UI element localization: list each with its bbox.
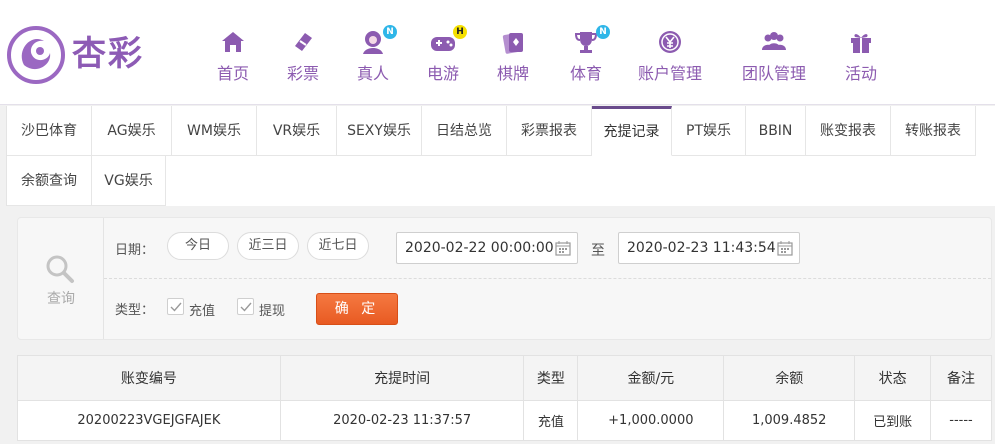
live-dealer-icon: N: [359, 25, 397, 56]
tab-saba-sports[interactable]: 沙巴体育: [7, 106, 92, 156]
cards-icon: [502, 33, 523, 54]
new-badge: N: [383, 25, 397, 39]
nav-team[interactable]: 团队管理: [740, 28, 808, 88]
calendar-icon[interactable]: [555, 240, 571, 256]
nav-home[interactable]: 首页: [213, 28, 253, 88]
tab-pt[interactable]: PT娱乐: [672, 106, 746, 156]
logo-text: 杏彩: [72, 34, 144, 74]
search-sidebar[interactable]: 查询: [18, 218, 104, 339]
confirm-button[interactable]: 确 定: [316, 293, 398, 325]
quick-today-button[interactable]: 今日: [167, 232, 229, 260]
new-badge: N: [596, 25, 610, 39]
yen-coin-icon: [659, 31, 681, 53]
trophy-icon: N: [572, 25, 610, 56]
team-icon: [762, 32, 786, 50]
nav-promotions[interactable]: 活动: [843, 28, 879, 88]
start-date-input[interactable]: 2020-02-22 00:00:00: [396, 232, 578, 264]
deposit-checkbox-label: 充值: [189, 304, 216, 319]
column-header: 账变编号: [17, 355, 281, 401]
withdraw-checkbox-label: 提现: [259, 304, 286, 319]
column-header: 充提时间: [279, 355, 525, 401]
nav-label: 电游: [426, 64, 459, 83]
nav-label: 团队管理: [741, 64, 806, 83]
checkmark-icon: [240, 302, 252, 312]
tab-sexy[interactable]: SEXY娱乐: [337, 106, 422, 156]
tab-bbin[interactable]: BBIN: [746, 106, 806, 156]
quick-three-days-button[interactable]: 近三日: [237, 232, 299, 260]
withdraw-checkbox[interactable]: [237, 298, 254, 315]
table-header-row: 账变编号 充提时间 类型 金额/元 余额 状态 备注: [17, 355, 992, 401]
status-badge: 已到账: [854, 400, 932, 441]
hot-badge: H: [453, 25, 467, 39]
quick-seven-days-button[interactable]: 近七日: [307, 232, 369, 260]
nav-label: 真人: [356, 64, 389, 83]
tab-vr[interactable]: VR娱乐: [257, 106, 337, 156]
tab-vg[interactable]: VG娱乐: [92, 156, 166, 206]
tab-account-change-report[interactable]: 账变报表: [806, 106, 891, 156]
gamepad-icon: H: [429, 25, 467, 56]
nav-label: 体育: [569, 64, 602, 83]
deposit-checkbox[interactable]: [167, 298, 184, 315]
magnifier-icon: [46, 255, 74, 283]
checkmark-icon: [170, 302, 182, 312]
transaction-type: 充值: [523, 400, 579, 441]
nav-sports[interactable]: N 体育: [566, 25, 610, 88]
date-separator: 至: [591, 243, 605, 259]
tab-deposit-withdraw-records[interactable]: 充提记录: [592, 106, 672, 156]
transaction-amount: +1,000.0000: [577, 400, 725, 441]
tab-balance-query[interactable]: 余额查询: [7, 156, 92, 206]
nav-live[interactable]: N 真人: [353, 25, 397, 88]
table-row: 20200223VGEJGFAJEK 2020-02-23 11:37:57 充…: [17, 400, 992, 441]
column-header: 类型: [523, 355, 579, 401]
tab-lottery-report[interactable]: 彩票报表: [507, 106, 592, 156]
home-icon: [222, 32, 244, 52]
nav-account[interactable]: 账户管理: [636, 28, 704, 88]
type-label: 类型：: [115, 303, 155, 318]
nav-label: 彩票: [286, 64, 319, 83]
tab-ag[interactable]: AG娱乐: [92, 106, 172, 156]
calendar-icon[interactable]: [777, 240, 793, 256]
nav-cards[interactable]: 棋牌: [493, 28, 533, 88]
divider: [104, 278, 991, 279]
records-table: 账变编号 充提时间 类型 金额/元 余额 状态 备注 20200223VGEJG…: [17, 355, 992, 441]
transaction-balance: 1,009.4852: [723, 400, 856, 441]
top-header: 杏彩 首页 彩票 N 真人 H 电游 棋牌 N 体育 账户管理 团队管理 活动: [0, 0, 995, 105]
gift-icon: [851, 34, 871, 53]
column-header: 备注: [930, 355, 992, 401]
search-label: 查询: [47, 291, 75, 307]
nav-lottery[interactable]: 彩票: [283, 28, 323, 88]
date-label: 日期：: [115, 243, 155, 258]
end-date-value: 2020-02-23 11:43:54: [627, 240, 776, 256]
column-header: 状态: [854, 355, 932, 401]
column-header: 金额/元: [577, 355, 725, 401]
transaction-id: 20200223VGEJGFAJEK: [17, 400, 281, 441]
nav-label: 账户管理: [637, 64, 702, 83]
transaction-remark: -----: [930, 400, 992, 441]
tab-wm[interactable]: WM娱乐: [172, 106, 257, 156]
nav-label: 棋牌: [496, 64, 529, 83]
end-date-input[interactable]: 2020-02-23 11:43:54: [618, 232, 800, 264]
transaction-time: 2020-02-23 11:37:57: [279, 400, 525, 441]
column-header: 余额: [723, 355, 856, 401]
nav-label: 首页: [216, 64, 249, 83]
tab-daily-summary[interactable]: 日结总览: [422, 106, 507, 156]
report-tabs: 沙巴体育 AG娱乐 WM娱乐 VR娱乐 SEXY娱乐 日结总览 彩票报表 充提记…: [6, 106, 995, 206]
start-date-value: 2020-02-22 00:00:00: [405, 240, 554, 256]
nav-egame[interactable]: H 电游: [423, 25, 467, 88]
tab-transfer-report[interactable]: 转账报表: [891, 106, 976, 156]
lottery-ticket-icon: [295, 33, 312, 51]
nav-label: 活动: [844, 64, 877, 83]
search-panel: 查询 日期： 今日 近三日 近七日 2020-02-22 00:00:00 至 …: [17, 217, 992, 340]
